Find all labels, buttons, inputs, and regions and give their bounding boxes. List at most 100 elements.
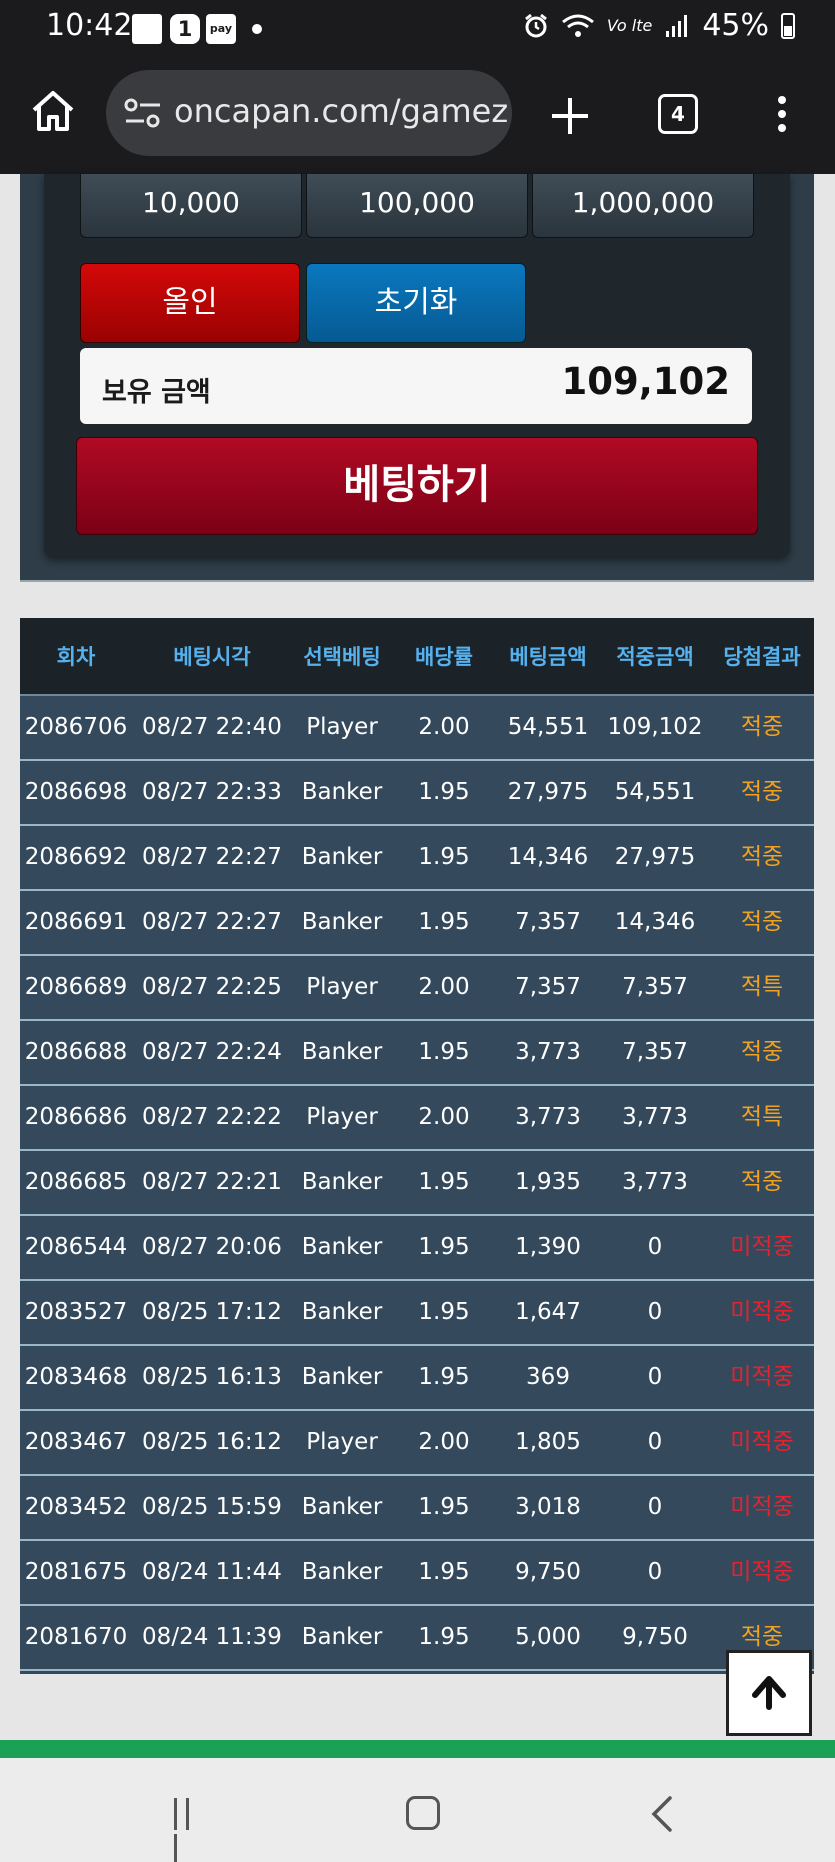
cell-selection: Banker xyxy=(301,1299,383,1325)
table-row: 2086686 08/27 22:22 Player 2.00 3,773 3,773 적특 xyxy=(20,1086,814,1151)
header-odds: 배당률 xyxy=(415,645,473,669)
cell-bet-time: 08/27 22:22 xyxy=(142,1104,282,1130)
home-nav-icon[interactable] xyxy=(406,1796,440,1830)
home-icon[interactable] xyxy=(28,86,78,136)
cell-result: 미적중 xyxy=(730,1234,794,1260)
system-nav-bar xyxy=(0,1758,835,1862)
table-row: 2086706 08/27 22:40 Player 2.00 54,551 109,10… xyxy=(20,696,814,761)
cell-bet-time: 08/27 22:25 xyxy=(142,974,282,1000)
cell-result: 적특 xyxy=(740,1104,784,1130)
cell-round: 2083527 xyxy=(24,1299,128,1325)
place-bet-button[interactable]: 베팅하기 xyxy=(76,437,758,535)
cell-win-amount: 9,750 xyxy=(622,1624,688,1650)
cell-selection: Banker xyxy=(301,779,383,805)
cell-odds: 1.95 xyxy=(418,1299,470,1325)
cell-win-amount: 109,102 xyxy=(607,714,703,740)
tab-switcher-button[interactable]: 4 xyxy=(658,94,698,134)
status-time: 10:42 xyxy=(46,8,133,43)
cell-result: 미적중 xyxy=(730,1299,794,1325)
cell-bet-amount: 7,357 xyxy=(515,909,581,935)
cell-odds: 2.00 xyxy=(418,1104,470,1130)
cell-win-amount: 0 xyxy=(647,1299,663,1325)
table-row: 2086544 08/27 20:06 Banker 1.95 1,390 0 미적중 xyxy=(20,1216,814,1281)
cell-round: 2081675 xyxy=(24,1559,128,1585)
arrow-up-icon xyxy=(752,1676,786,1710)
battery-percent: 45% xyxy=(702,8,769,43)
table-row: 2083527 08/25 17:12 Banker 1.95 1,647 0 미적중 xyxy=(20,1281,814,1346)
cell-result: 적중 xyxy=(740,844,784,870)
cell-selection: Banker xyxy=(301,1494,383,1520)
cell-bet-time: 08/24 11:44 xyxy=(142,1559,282,1585)
cell-selection: Banker xyxy=(301,1624,383,1650)
all-in-button[interactable]: 올인 xyxy=(80,263,300,343)
back-icon[interactable] xyxy=(648,1794,676,1834)
chip-button-10000[interactable]: 10,000 xyxy=(80,174,302,238)
cell-round: 2086688 xyxy=(24,1039,128,1065)
green-divider xyxy=(0,1740,835,1758)
cell-round: 2086698 xyxy=(24,779,128,805)
cell-odds: 2.00 xyxy=(418,1429,470,1455)
chip-button-1000000[interactable]: 1,000,000 xyxy=(532,174,754,238)
table-row: 2086698 08/27 22:33 Banker 1.95 27,975 54,551… xyxy=(20,761,814,826)
bet-history-table: 회차 베팅시각 선택베팅 배당률 베팅금액 적중금액 당첨결과 2086706 0… xyxy=(20,618,814,1674)
table-row: 2086689 08/27 22:25 Player 2.00 7,357 7,357 적특 xyxy=(20,956,814,1021)
cell-round: 2086544 xyxy=(24,1234,128,1260)
address-bar[interactable]: oncapan.com/gamez xyxy=(106,70,512,156)
cell-round: 2081670 xyxy=(24,1624,128,1650)
cell-bet-amount: 9,750 xyxy=(515,1559,581,1585)
header-bet-amount: 베팅금액 xyxy=(509,645,587,669)
cell-win-amount: 3,773 xyxy=(622,1169,688,1195)
cell-round: 2086691 xyxy=(24,909,128,935)
cell-result: 미적중 xyxy=(730,1429,794,1455)
cell-odds: 1.95 xyxy=(418,1624,470,1650)
note-app-icon xyxy=(132,14,162,44)
cell-bet-amount: 54,551 xyxy=(507,714,589,740)
cell-bet-time: 08/25 16:13 xyxy=(142,1364,282,1390)
status-right-group: Vo lte 45% xyxy=(523,8,795,43)
cell-selection: Banker xyxy=(301,1039,383,1065)
browser-toolbar: oncapan.com/gamez 4 xyxy=(0,56,835,174)
table-row: 2083467 08/25 16:12 Player 2.00 1,805 0 미적중 xyxy=(20,1411,814,1476)
cell-selection: Player xyxy=(306,714,378,740)
cell-result: 적중 xyxy=(740,909,784,935)
cell-bet-time: 08/27 22:27 xyxy=(142,909,282,935)
scroll-to-top-button[interactable] xyxy=(726,1650,812,1736)
site-settings-icon[interactable] xyxy=(124,97,162,129)
table-row: 2081675 08/24 11:44 Banker 1.95 9,750 0 미적중 xyxy=(20,1541,814,1606)
reset-button[interactable]: 초기화 xyxy=(306,263,526,343)
cell-bet-amount: 3,018 xyxy=(515,1494,581,1520)
cell-win-amount: 0 xyxy=(647,1494,663,1520)
cell-win-amount: 3,773 xyxy=(622,1104,688,1130)
recent-apps-icon[interactable] xyxy=(174,1798,206,1862)
browser-menu-icon[interactable] xyxy=(772,92,792,140)
cell-bet-amount: 1,935 xyxy=(515,1169,581,1195)
cell-win-amount: 27,975 xyxy=(614,844,696,870)
cell-round: 2086685 xyxy=(24,1169,128,1195)
battery-icon xyxy=(781,12,795,39)
cell-bet-time: 08/25 16:12 xyxy=(142,1429,282,1455)
pay-app-icon: pay xyxy=(206,14,236,44)
cell-odds: 1.95 xyxy=(418,779,470,805)
cell-bet-time: 08/27 22:33 xyxy=(142,779,282,805)
cell-selection: Player xyxy=(306,1104,378,1130)
cell-bet-amount: 1,390 xyxy=(515,1234,581,1260)
cell-win-amount: 0 xyxy=(647,1559,663,1585)
status-bar: 10:42 1 pay Vo lte 45% xyxy=(0,0,835,56)
cell-bet-amount: 3,773 xyxy=(515,1039,581,1065)
cell-selection: Player xyxy=(306,1429,378,1455)
cell-selection: Banker xyxy=(301,909,383,935)
chip-button-100000[interactable]: 100,000 xyxy=(306,174,528,238)
cell-result: 적중 xyxy=(740,779,784,805)
header-result: 당첨결과 xyxy=(723,645,801,669)
cell-odds: 1.95 xyxy=(418,1559,470,1585)
cell-bet-time: 08/25 15:59 xyxy=(142,1494,282,1520)
cell-bet-time: 08/25 17:12 xyxy=(142,1299,282,1325)
badge-one-icon: 1 xyxy=(170,14,200,44)
cell-result: 미적중 xyxy=(730,1364,794,1390)
new-tab-icon[interactable] xyxy=(546,92,594,140)
cell-bet-time: 08/27 22:24 xyxy=(142,1039,282,1065)
cell-bet-amount: 369 xyxy=(526,1364,570,1390)
cell-selection: Player xyxy=(306,974,378,1000)
table-row: 2086691 08/27 22:27 Banker 1.95 7,357 14,346 적… xyxy=(20,891,814,956)
cell-bet-amount: 27,975 xyxy=(507,779,589,805)
